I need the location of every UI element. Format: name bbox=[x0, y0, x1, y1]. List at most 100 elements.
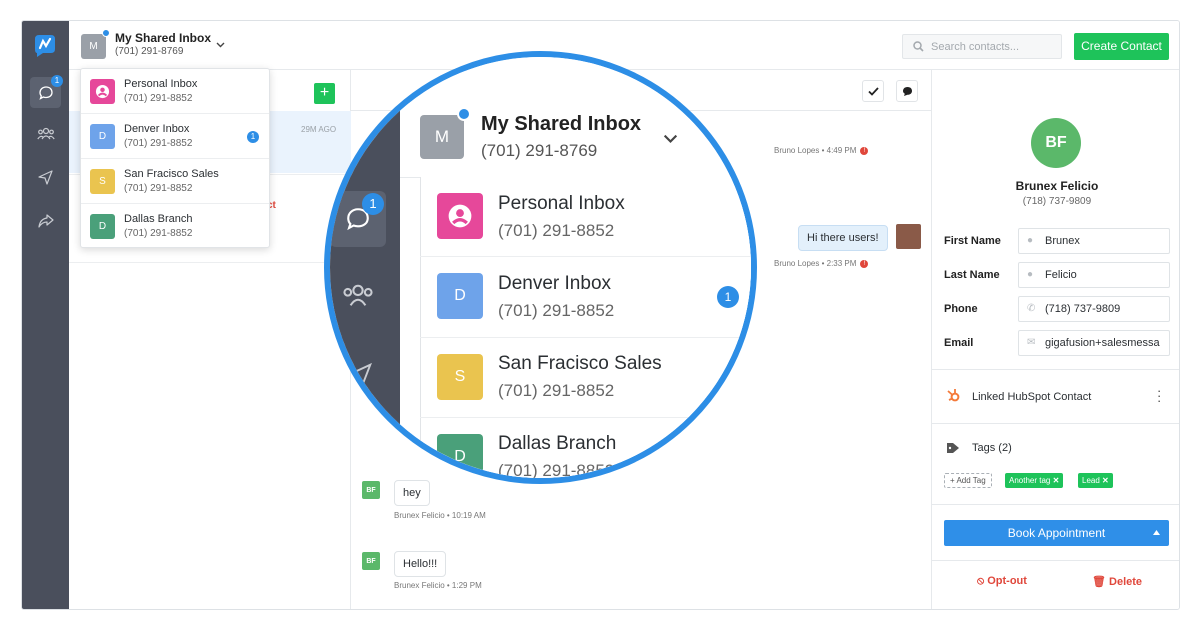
search-icon bbox=[913, 41, 924, 52]
user-circle-icon bbox=[95, 84, 110, 99]
inbox-option-name: Denver Inbox bbox=[124, 123, 190, 135]
phone-label: Phone bbox=[944, 303, 978, 315]
last-name-label: Last Name bbox=[944, 269, 1000, 281]
zoomed-nav bbox=[330, 57, 400, 478]
contact-name: Brunex Felicio bbox=[1015, 179, 1099, 193]
inbox-option-phone: (701) 291-8852 bbox=[498, 301, 615, 320]
inbox-option-name: Denver Inbox bbox=[498, 273, 612, 294]
tag-chip[interactable]: Lead ✕ bbox=[1078, 473, 1113, 488]
check-icon bbox=[867, 86, 879, 96]
inbox-option-phone: (701) 291-8852 bbox=[124, 228, 193, 239]
search-input[interactable]: Search contacts... bbox=[902, 34, 1062, 59]
inbox-avatar[interactable]: M bbox=[81, 34, 106, 59]
contact-panel: BF Brunex Felicio (718) 737-9809 First N… bbox=[932, 70, 1179, 609]
inbox-option-name: Personal Inbox bbox=[498, 193, 625, 214]
message-bubble: Hi there users! bbox=[798, 225, 888, 251]
denver-inbox-avatar: D bbox=[437, 273, 483, 319]
last-name-field[interactable]: ● Felicio bbox=[1018, 262, 1170, 288]
create-contact-button[interactable]: Create Contact bbox=[1074, 33, 1169, 60]
email-label: Email bbox=[944, 337, 974, 349]
nav-conversations[interactable]: 1 bbox=[30, 75, 63, 108]
user-circle-icon bbox=[448, 204, 472, 228]
contact-avatar: BF bbox=[362, 552, 380, 570]
zoomed-nav-conversations: 1 bbox=[330, 191, 386, 247]
dallas-inbox-avatar: D bbox=[90, 214, 115, 239]
contact-avatar: BF bbox=[362, 481, 380, 499]
inbox-option-phone: (701) 291-8852 bbox=[124, 93, 193, 104]
chevron-down-icon[interactable] bbox=[216, 42, 225, 48]
left-nav: 1 bbox=[22, 21, 69, 609]
divider bbox=[932, 560, 1179, 561]
unread-badge: 1 bbox=[247, 131, 259, 143]
message-meta: Bruno Lopes • 4:49 PM bbox=[774, 146, 857, 155]
book-appointment-button[interactable]: Book Appointment bbox=[944, 520, 1169, 546]
add-tag-button[interactable]: + Add Tag bbox=[944, 473, 992, 488]
nav-contacts[interactable] bbox=[30, 118, 61, 149]
chevron-down-icon bbox=[663, 134, 678, 144]
contact-avatar-large: BF bbox=[1031, 118, 1081, 168]
tag-label: Lead bbox=[1082, 476, 1100, 485]
nav-share[interactable] bbox=[30, 205, 61, 236]
hubspot-link[interactable]: Linked HubSpot Contact bbox=[972, 391, 1091, 403]
users-icon bbox=[343, 284, 373, 306]
mail-icon: ✉ bbox=[1027, 337, 1036, 348]
tag-chip[interactable]: Another tag ✕ bbox=[1005, 473, 1064, 488]
first-name-value: Brunex bbox=[1045, 235, 1080, 247]
inbox-option-name: San Fracisco Sales bbox=[124, 168, 219, 180]
inbox-option-personal[interactable]: Personal Inbox (701) 291-8852 bbox=[81, 69, 269, 114]
logo-icon[interactable] bbox=[31, 31, 59, 59]
share-icon bbox=[37, 213, 54, 228]
opt-out-button[interactable]: ⦸ Opt-out bbox=[977, 575, 1027, 588]
inbox-option-name: San Fracisco Sales bbox=[498, 353, 662, 374]
opt-out-label: Opt-out bbox=[987, 575, 1027, 587]
user-icon: ● bbox=[1027, 269, 1034, 280]
inbox-title[interactable]: My Shared Inbox bbox=[115, 31, 211, 45]
user-icon: ● bbox=[1027, 235, 1034, 246]
mark-done-button[interactable] bbox=[862, 80, 884, 102]
note-button[interactable] bbox=[896, 80, 918, 102]
error-icon: ! bbox=[860, 146, 869, 155]
dallas-inbox-avatar: D bbox=[437, 434, 483, 478]
remove-tag-icon[interactable]: ✕ bbox=[1102, 476, 1109, 485]
agent-avatar bbox=[896, 224, 921, 249]
send-icon bbox=[346, 363, 372, 389]
last-name-value: Felicio bbox=[1045, 269, 1077, 281]
caret-up-icon[interactable] bbox=[1153, 530, 1160, 535]
delete-contact-button[interactable]: 🗑 Delete bbox=[1092, 575, 1142, 588]
divider bbox=[420, 256, 751, 257]
denver-inbox-avatar: D bbox=[90, 124, 115, 149]
app-window: 1 M My Shared Inbox (701) 291-8769 Searc… bbox=[21, 20, 1180, 610]
tags-label: Tags (2) bbox=[972, 442, 1012, 454]
inbox-option-name: Dallas Branch bbox=[124, 213, 193, 225]
magnifier-lens: 1 M My Shared Inbox (701) 291-8769 Perso… bbox=[324, 51, 757, 484]
delete-label: Delete bbox=[1109, 576, 1143, 588]
inbox-option-phone: (701) 291-8852 bbox=[124, 138, 193, 149]
email-field[interactable]: ✉ gigafusion+salesmessa bbox=[1018, 330, 1170, 356]
inbox-option-denver[interactable]: D Denver Inbox (701) 291-8852 1 bbox=[81, 114, 269, 159]
nav-broadcasts[interactable] bbox=[30, 162, 61, 193]
users-icon bbox=[36, 127, 55, 139]
send-icon bbox=[38, 170, 53, 185]
comment-icon bbox=[902, 86, 912, 96]
email-value: gigafusion+salesmessa bbox=[1045, 337, 1160, 349]
phone-field[interactable]: ✆ (718) 737-9809 bbox=[1018, 296, 1170, 322]
message-meta: Brunex Felicio • 10:19 AM bbox=[394, 511, 486, 520]
sf-inbox-avatar: S bbox=[90, 169, 115, 194]
conversations-badge: 1 bbox=[362, 193, 384, 215]
more-menu-icon[interactable]: · · · bbox=[1157, 384, 1161, 407]
divider bbox=[932, 504, 1179, 505]
divider bbox=[69, 262, 351, 263]
divider bbox=[420, 337, 751, 338]
inbox-option-dallas[interactable]: D Dallas Branch (701) 291-8852 bbox=[81, 204, 269, 249]
chat-icon bbox=[38, 85, 53, 100]
tags-icon bbox=[947, 443, 959, 453]
inbox-option-name: Personal Inbox bbox=[124, 78, 198, 90]
personal-inbox-avatar bbox=[90, 79, 115, 104]
message-meta: Bruno Lopes • 2:33 PM bbox=[774, 259, 857, 268]
first-name-field[interactable]: ● Brunex bbox=[1018, 228, 1170, 254]
first-name-label: First Name bbox=[944, 235, 1001, 247]
inbox-option-sf[interactable]: S San Fracisco Sales (701) 291-8852 bbox=[81, 159, 269, 204]
inbox-status-dot bbox=[457, 107, 471, 121]
remove-tag-icon[interactable]: ✕ bbox=[1053, 476, 1060, 485]
unread-badge: 1 bbox=[717, 286, 739, 308]
